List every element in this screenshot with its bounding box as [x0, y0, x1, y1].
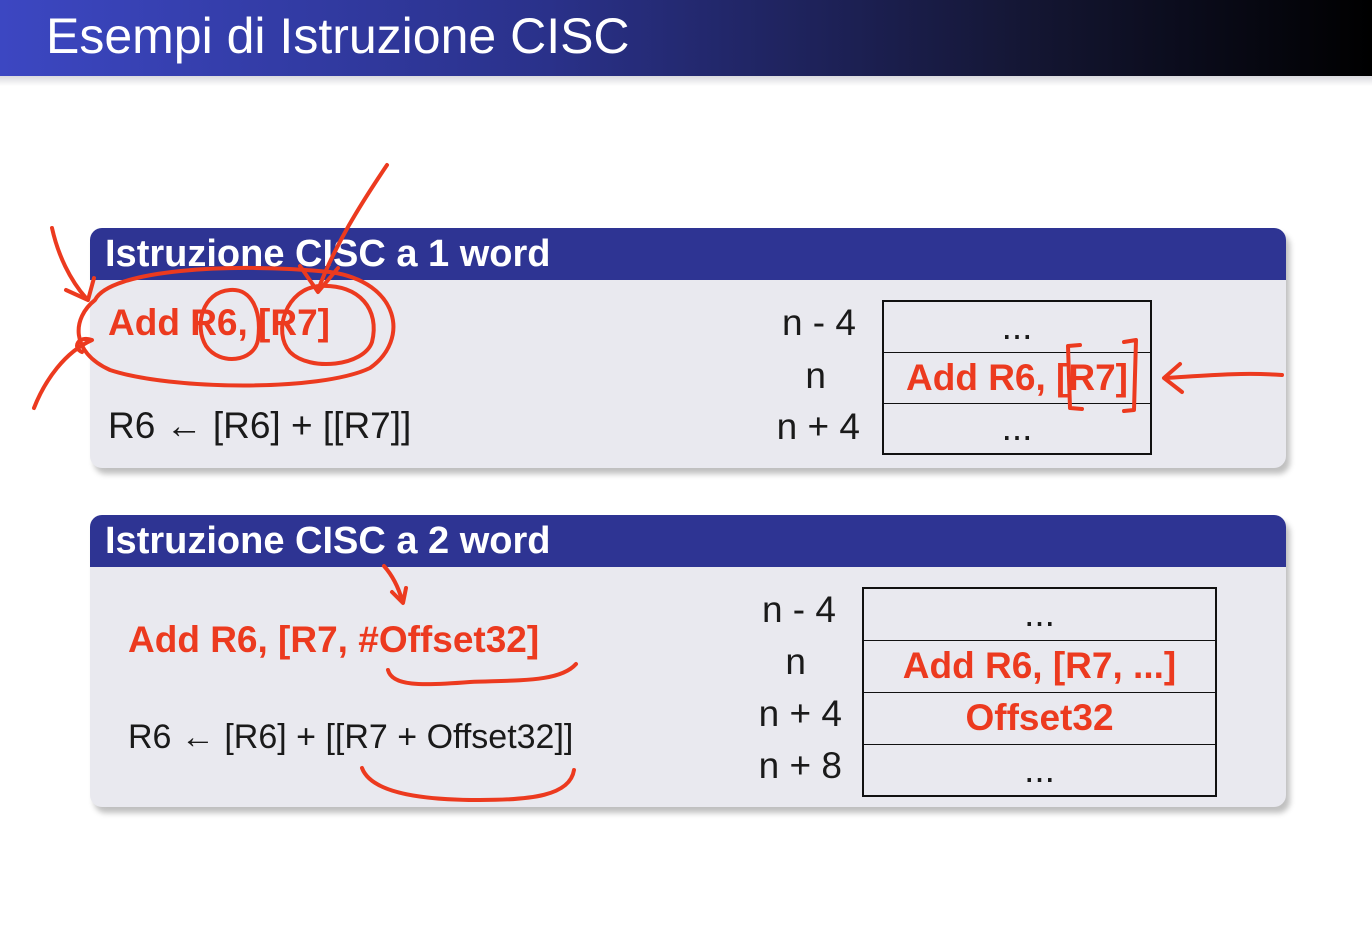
- block1-instruction: Add R6, [R7]: [108, 302, 330, 343]
- ink-stroke-left-bottom: [32, 336, 94, 410]
- block1-semantics: R6 ← [R6] + [[R7]]: [108, 405, 412, 446]
- block2-memory-cell: ...: [862, 743, 1217, 797]
- block2-address-2: n + 4: [758, 693, 842, 734]
- block2-semantics: R6 ← [R6] + [[R7 + Offset32]]: [128, 718, 574, 756]
- ink-arrow-left-top: [50, 226, 88, 300]
- block-one-word-header: Istruzione CISC a 1 word: [90, 228, 1286, 280]
- block2-address-0: n - 4: [761, 589, 836, 630]
- block1-address-0: n - 4: [781, 302, 856, 343]
- block2-address-1: n: [785, 641, 806, 682]
- block2-memory-cell-instruction: Add R6, [R7, ...]: [862, 639, 1217, 693]
- block1-memory-cell: ...: [882, 300, 1152, 353]
- block1-memory-table: ... Add R6, [R7] ...: [882, 300, 1152, 455]
- block1-address-2: n + 4: [776, 406, 860, 447]
- slide-title: Esempi di Istruzione CISC: [46, 8, 630, 64]
- block-two-word-header: Istruzione CISC a 2 word: [90, 515, 1286, 567]
- block2-address-3: n + 8: [758, 745, 842, 786]
- block2-instruction: Add R6, [R7, #Offset32]: [128, 619, 540, 660]
- block2-memory-cell: ...: [862, 587, 1217, 641]
- block2-memory-table: ... Add R6, [R7, ...] Offset32 ...: [862, 587, 1217, 797]
- block2-memory-cell-offset: Offset32: [862, 691, 1217, 745]
- slide-title-bar: Esempi di Istruzione CISC: [0, 0, 1372, 86]
- block1-address-1: n: [805, 355, 826, 396]
- block1-memory-cell: ...: [882, 402, 1152, 455]
- block1-memory-cell-instruction: Add R6, [R7]: [882, 351, 1152, 404]
